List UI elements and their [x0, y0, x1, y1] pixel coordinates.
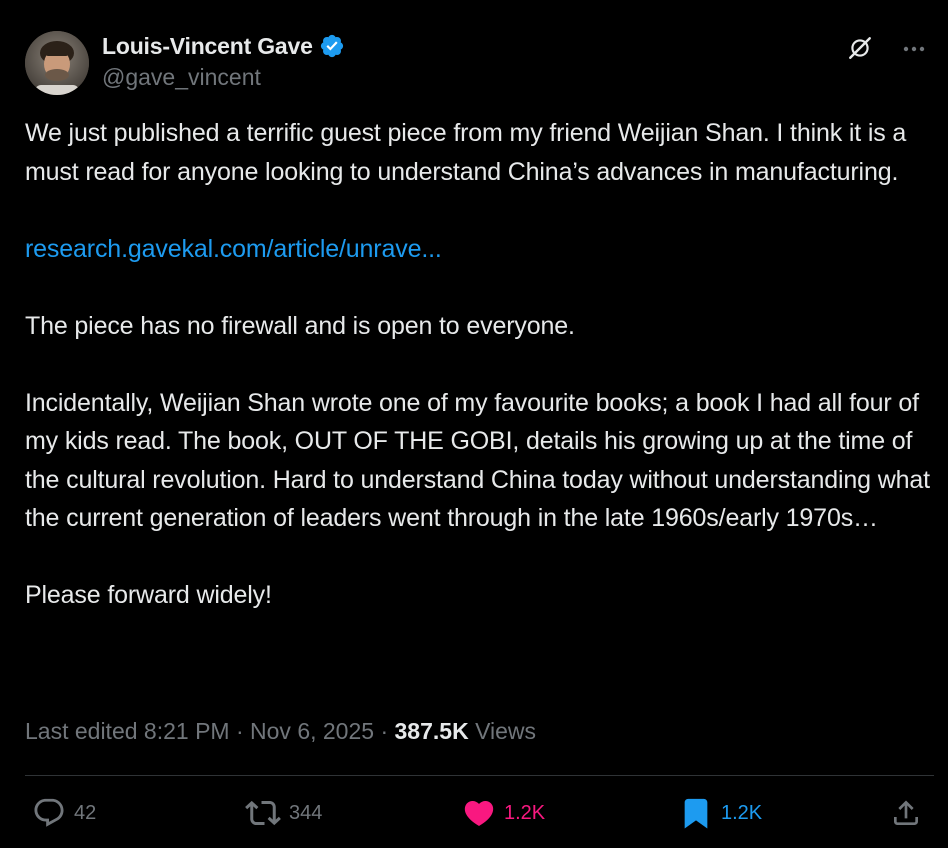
meta-separator: · — [380, 718, 389, 744]
repost-button[interactable]: 344 — [245, 796, 322, 830]
repost-count: 344 — [289, 801, 323, 824]
like-count: 1.2K — [504, 801, 546, 824]
tweet-paragraph: We just published a terrific guest piece… — [25, 119, 907, 186]
verified-badge-icon[interactable] — [319, 33, 345, 59]
tweet-header: Louis-Vincent Gave @gave_vincent — [25, 29, 928, 95]
reply-icon — [34, 798, 64, 827]
share-icon — [894, 800, 918, 825]
reply-count: 42 — [74, 801, 97, 824]
tweet: Louis-Vincent Gave @gave_vincent We just… — [0, 0, 948, 848]
article-link[interactable]: research.gavekal.com/article/unrave... — [25, 235, 442, 263]
author-handle[interactable]: @gave_vincent — [102, 64, 345, 91]
bookmark-icon — [684, 798, 708, 829]
avatar-image — [25, 31, 89, 95]
more-options-icon[interactable] — [900, 39, 928, 59]
tweet-date[interactable]: Nov 6, 2025 — [250, 718, 374, 744]
display-name[interactable]: Louis-Vincent Gave — [102, 33, 313, 60]
action-bar: 42 344 1.2K 1.2K — [0, 776, 948, 848]
edited-timestamp[interactable]: Last edited 8:21 PM — [25, 718, 230, 744]
tweet-text: We just published a terrific guest piece… — [25, 114, 935, 615]
tweet-link-paragraph: research.gavekal.com/article/unrave... — [25, 230, 935, 269]
tweet-meta: Last edited 8:21 PM · Nov 6, 2025 · 387.… — [25, 718, 536, 745]
tweet-paragraph: Incidentally, Weijian Shan wrote one of … — [25, 388, 930, 533]
views-label: Views — [475, 718, 537, 744]
avatar[interactable] — [25, 31, 89, 95]
author-names: Louis-Vincent Gave @gave_vincent — [102, 31, 345, 91]
tweet-paragraph: The piece has no firewall and is open to… — [25, 311, 575, 340]
reply-button[interactable]: 42 — [32, 796, 96, 830]
grok-icon[interactable] — [847, 35, 873, 61]
repost-icon — [245, 800, 281, 826]
like-button[interactable]: 1.2K — [462, 796, 545, 830]
heart-icon — [464, 800, 494, 826]
share-button[interactable] — [890, 796, 922, 830]
views-count: 387.5K — [394, 718, 469, 744]
bookmark-count: 1.2K — [721, 801, 763, 824]
bookmark-button[interactable]: 1.2K — [679, 796, 762, 830]
meta-separator: · — [235, 718, 244, 744]
tweet-paragraph: Please forward widely! — [25, 581, 272, 609]
